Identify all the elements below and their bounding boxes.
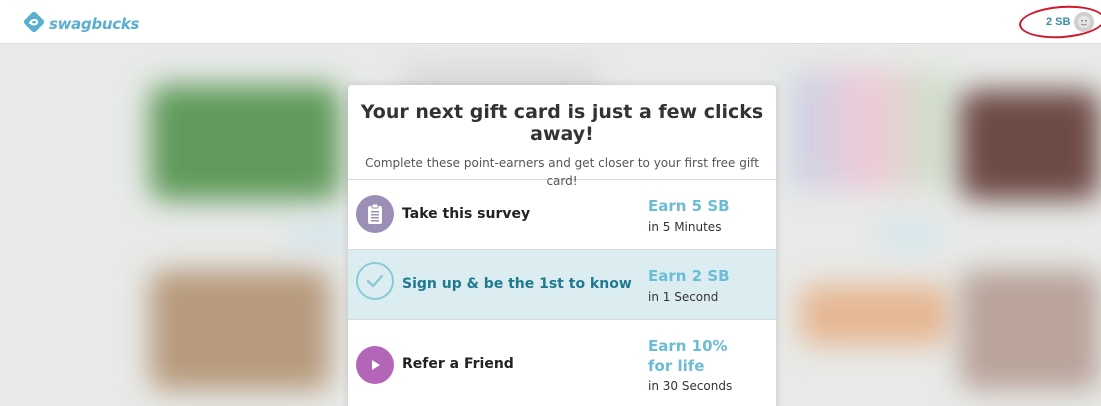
modal-title: Your next gift card is just a few clicks… (360, 101, 764, 145)
earner-row-signup[interactable]: Sign up & be the 1st to know Earn 2 SB i… (348, 250, 776, 320)
gift-card-promo-modal: Your next gift card is just a few clicks… (348, 85, 776, 406)
balance-highlight-annotation (1017, 3, 1101, 41)
earner-label: Refer a Friend (402, 356, 514, 372)
earner-reward: Earn 5 SB (648, 197, 730, 215)
earner-row-refer[interactable]: Refer a Friend Earn 10% for life in 30 S… (348, 320, 776, 406)
modal-header: Your next gift card is just a few clicks… (348, 85, 776, 188)
clipboard-icon (356, 195, 394, 233)
earner-duration: in 30 Seconds (648, 379, 733, 393)
swagbucks-logo[interactable]: swagbucks (23, 11, 139, 37)
earner-reward: Earn 2 SB (648, 267, 730, 285)
logo-wordmark: swagbucks (49, 15, 140, 33)
top-navigation-bar: swagbucks 2 SB (0, 0, 1101, 44)
earner-duration: in 1 Second (648, 290, 719, 304)
check-circle-icon (356, 262, 394, 300)
swagbucks-logo-icon (23, 11, 45, 37)
earner-label: Sign up & be the 1st to know (402, 276, 632, 292)
earner-duration: in 5 Minutes (648, 220, 722, 234)
earner-label: Take this survey (402, 206, 531, 222)
play-icon (356, 346, 394, 384)
earner-row-survey[interactable]: Take this survey Earn 5 SB in 5 Minutes (348, 180, 776, 250)
earner-reward: Earn 10% for life (648, 337, 728, 375)
